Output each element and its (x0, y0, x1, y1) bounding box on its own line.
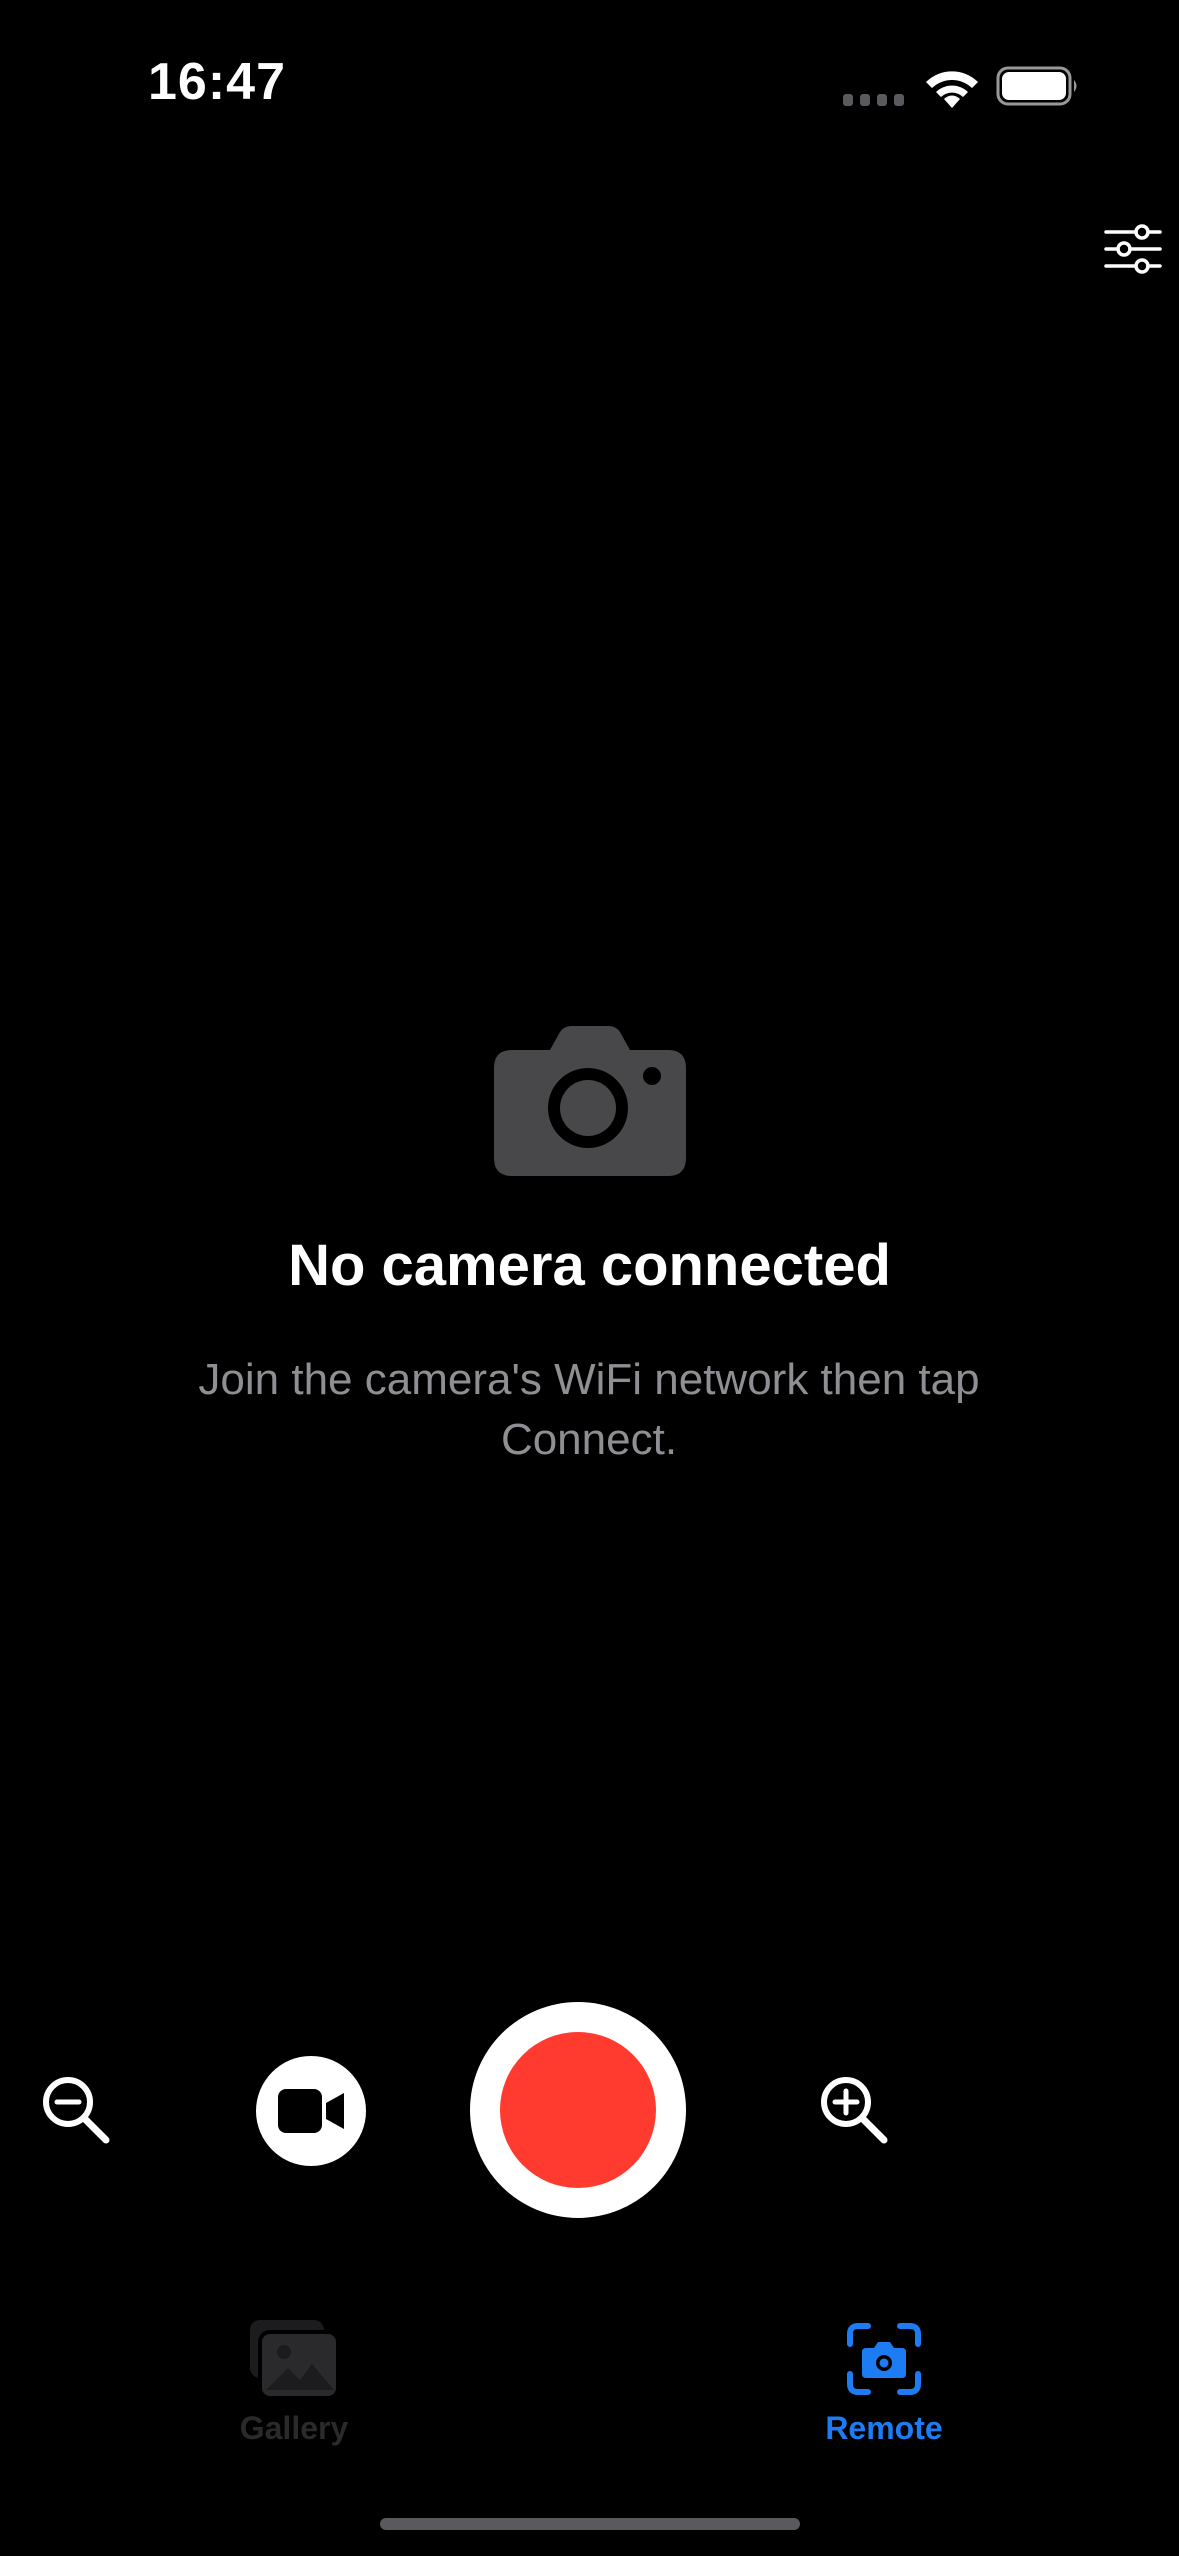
video-mode-button[interactable] (256, 2056, 366, 2166)
gallery-icon (250, 2320, 340, 2400)
record-button[interactable] (470, 2002, 686, 2218)
remote-camera-icon (847, 2323, 921, 2395)
zoom-in-icon[interactable] (818, 2074, 890, 2146)
tab-gallery[interactable]: Gallery (164, 2320, 424, 2450)
tab-remote[interactable]: Remote (754, 2320, 1014, 2450)
record-indicator (500, 2032, 656, 2188)
zoom-out-icon[interactable] (40, 2074, 112, 2146)
status-time: 16:47 (148, 53, 286, 111)
settings-sliders-icon[interactable] (1104, 224, 1162, 274)
empty-state-title: No camera connected (288, 1233, 891, 1298)
battery-icon (996, 66, 1077, 106)
home-indicator (380, 2518, 800, 2530)
video-camera-icon (278, 2089, 344, 2133)
cellular-signal-icon (843, 94, 904, 106)
tab-gallery-label: Gallery (239, 2410, 349, 2446)
tab-remote-label: Remote (825, 2410, 943, 2446)
empty-state-subtitle: Join the camera's WiFi network then tap … (198, 1355, 980, 1464)
camera-icon (494, 1026, 686, 1176)
wifi-icon (926, 71, 978, 108)
